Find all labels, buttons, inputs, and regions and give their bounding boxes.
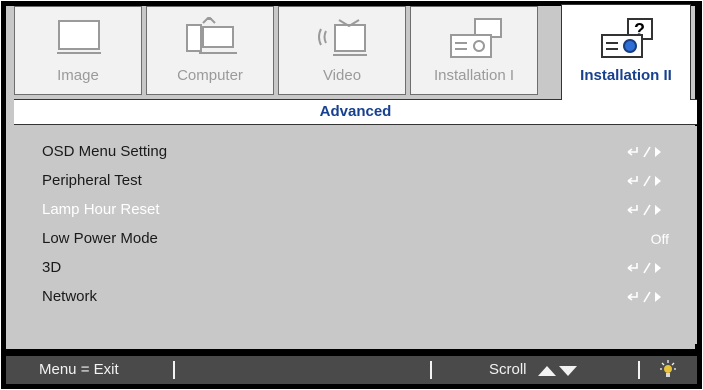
menu-item-value: Off	[650, 231, 669, 247]
tab-label: Computer	[177, 67, 243, 84]
menu-item-label: OSD Menu Setting	[42, 143, 168, 160]
tab-image[interactable]: Image	[14, 6, 142, 95]
menu-item-network[interactable]: Network	[42, 285, 669, 309]
menu-item-label: 3D	[42, 259, 62, 276]
menu-item-3d[interactable]: 3D	[42, 256, 669, 280]
menu-item-label: Lamp Hour Reset	[42, 201, 160, 218]
tab-label: Video	[322, 67, 362, 84]
tab-installation-1[interactable]: Installation I	[410, 6, 538, 95]
status-bar: Menu = Exit Scroll	[6, 356, 697, 384]
enter-arrow-icon	[627, 175, 661, 187]
enter-arrow-icon	[627, 204, 661, 216]
osd-window: Image Computer Video Installation I ? In…	[1, 1, 702, 389]
tab-label: Installation I	[433, 67, 515, 84]
tab-video[interactable]: Video	[278, 6, 406, 95]
computer-icon	[186, 17, 237, 54]
projector-help-icon: ?	[601, 18, 653, 58]
menu-item-low-power-mode[interactable]: Low Power Mode Off	[42, 227, 669, 251]
tab-label: Image	[57, 67, 99, 84]
status-divider	[173, 361, 175, 379]
menu-item-label: Low Power Mode	[42, 230, 158, 247]
lamp-icon	[660, 360, 676, 377]
menu-item-label: Peripheral Test	[42, 172, 142, 189]
menu-list: OSD Menu Setting Peripheral Test Lamp Ho…	[14, 126, 697, 344]
menu-item-osd-menu-setting[interactable]: OSD Menu Setting	[42, 140, 669, 164]
status-divider	[430, 361, 432, 379]
enter-arrow-icon	[627, 291, 661, 303]
menu-item-lamp-hour-reset: Lamp Hour Reset	[42, 198, 669, 222]
menu-item-peripheral-test[interactable]: Peripheral Test	[42, 169, 669, 193]
tab-label: Installation II	[580, 67, 672, 84]
scroll-hint: Scroll	[489, 361, 527, 378]
menu-exit-hint: Menu = Exit	[39, 361, 119, 378]
enter-arrow-icon	[627, 146, 661, 158]
up-down-triangle-icon	[538, 366, 577, 376]
tab-computer[interactable]: Computer	[146, 6, 274, 95]
projector-icon	[450, 18, 502, 58]
video-icon	[318, 19, 367, 56]
enter-arrow-icon	[627, 262, 661, 274]
submenu-title: Advanced	[14, 99, 697, 125]
menu-item-label: Network	[42, 288, 98, 305]
monitor-icon	[57, 20, 101, 54]
tab-installation-2[interactable]: ? Installation II	[561, 4, 691, 100]
status-divider	[638, 361, 640, 379]
